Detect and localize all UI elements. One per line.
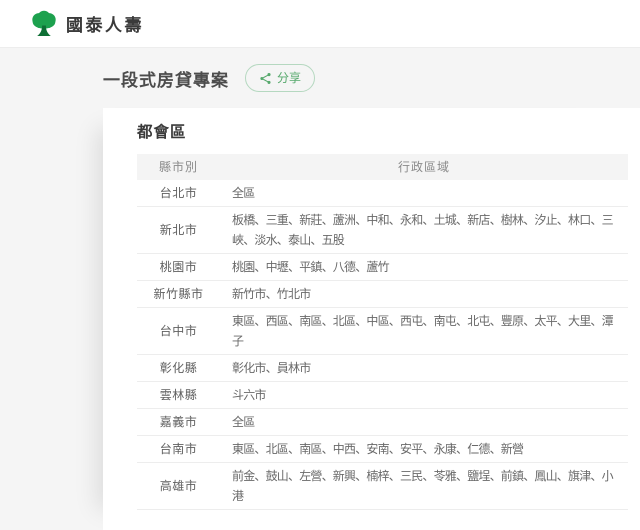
county-cell: 嘉義市 xyxy=(137,409,220,436)
share-label: 分享 xyxy=(277,72,301,84)
districts-cell: 桃園、中壢、平鎮、八德、蘆竹 xyxy=(220,254,628,281)
county-cell: 桃園市 xyxy=(137,254,220,281)
brand-name: 國泰人壽 xyxy=(66,11,144,36)
county-cell: 台中市 xyxy=(137,308,220,355)
table-row: 台南市東區、北區、南區、中西、安南、安平、永康、仁德、新營 xyxy=(137,436,628,463)
title-band: 一段式房貸專案 分享 xyxy=(0,48,640,108)
districts-cell: 全區 xyxy=(220,409,628,436)
districts-cell: 斗六市 xyxy=(220,382,628,409)
table-row: 嘉義市全區 xyxy=(137,409,628,436)
districts-cell: 前金、鼓山、左營、新興、楠梓、三民、苓雅、鹽埕、前鎮、鳳山、旗津、小港 xyxy=(220,463,628,510)
districts-cell: 新竹市、竹北市 xyxy=(220,281,628,308)
districts-table: 縣市別 行政區域 台北市全區新北市板橋、三重、新莊、蘆洲、中和、永和、土城、新店… xyxy=(137,154,628,510)
column-header-county: 縣市別 xyxy=(137,154,220,180)
tree-icon xyxy=(30,10,58,38)
districts-cell: 東區、西區、南區、北區、中區、西屯、南屯、北屯、豐原、太平、大里、潭子 xyxy=(220,308,628,355)
brand-logo[interactable]: 國泰人壽 xyxy=(30,10,144,38)
table-row: 彰化縣彰化市、員林市 xyxy=(137,355,628,382)
county-cell: 彰化縣 xyxy=(137,355,220,382)
table-row: 新竹縣市新竹市、竹北市 xyxy=(137,281,628,308)
county-cell: 台北市 xyxy=(137,180,220,207)
table-row: 台北市全區 xyxy=(137,180,628,207)
county-cell: 新北市 xyxy=(137,207,220,254)
table-row: 台中市東區、西區、南區、北區、中區、西屯、南屯、北屯、豐原、太平、大里、潭子 xyxy=(137,308,628,355)
county-cell: 高雄市 xyxy=(137,463,220,510)
table-row: 新北市板橋、三重、新莊、蘆洲、中和、永和、土城、新店、樹林、汐止、林口、三峽、淡… xyxy=(137,207,628,254)
table-header-row: 縣市別 行政區域 xyxy=(137,154,628,180)
section-title: 都會區 xyxy=(137,120,628,142)
districts-cell: 東區、北區、南區、中西、安南、安平、永康、仁德、新營 xyxy=(220,436,628,463)
app-header: 國泰人壽 xyxy=(0,0,640,48)
county-cell: 新竹縣市 xyxy=(137,281,220,308)
table-body: 台北市全區新北市板橋、三重、新莊、蘆洲、中和、永和、土城、新店、樹林、汐止、林口… xyxy=(137,180,628,510)
table-row: 高雄市前金、鼓山、左營、新興、楠梓、三民、苓雅、鹽埕、前鎮、鳳山、旗津、小港 xyxy=(137,463,628,510)
districts-cell: 全區 xyxy=(220,180,628,207)
share-icon xyxy=(259,72,272,85)
county-cell: 雲林縣 xyxy=(137,382,220,409)
column-header-districts: 行政區域 xyxy=(220,154,628,180)
table-row: 桃園市桃園、中壢、平鎮、八德、蘆竹 xyxy=(137,254,628,281)
districts-cell: 彰化市、員林市 xyxy=(220,355,628,382)
districts-cell: 板橋、三重、新莊、蘆洲、中和、永和、土城、新店、樹林、汐止、林口、三峽、淡水、泰… xyxy=(220,207,628,254)
share-button[interactable]: 分享 xyxy=(245,64,315,92)
county-cell: 台南市 xyxy=(137,436,220,463)
page-title: 一段式房貸專案 xyxy=(103,66,229,91)
table-row: 雲林縣斗六市 xyxy=(137,382,628,409)
